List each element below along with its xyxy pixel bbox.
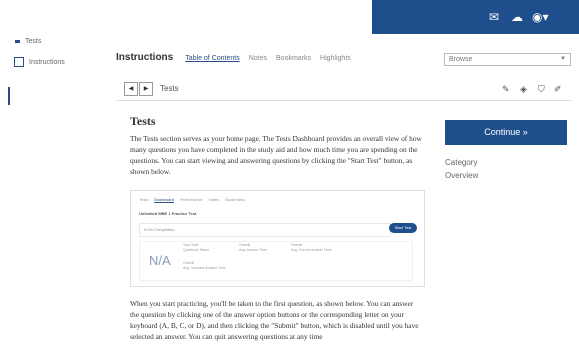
browse-value: Browse: [449, 56, 473, 63]
tab-bar: Instructions Table of Contents Notes Boo…: [116, 52, 360, 66]
figure-tab: Notes: [208, 197, 220, 202]
figure-meta: Overall Avg. Answer Time: [239, 243, 267, 252]
highlight-icon[interactable]: ✎: [502, 84, 510, 95]
browse-select[interactable]: Browse ▼: [444, 53, 571, 66]
tab-table-of-contents[interactable]: Table of Contents: [185, 55, 239, 62]
bookmark-icon[interactable]: ⛉: [538, 84, 545, 95]
mail-icon[interactable]: ✉: [489, 10, 499, 24]
sidebar-item-label: Instructions: [29, 58, 65, 66]
content-nav: ◀ ▶ Tests ✎ ◈ ⛉ ✐: [116, 78, 572, 101]
dashboard-figure: Tests Dashboard Performance Notes Bookma…: [130, 190, 425, 287]
top-bar: ✉ ☁ ◉▾: [372, 0, 579, 34]
figure-tab: Dashboard: [154, 197, 174, 202]
sidebar: Tests Instructions: [0, 34, 100, 349]
instructions-icon: [14, 57, 24, 67]
figure-na: N/A: [149, 253, 171, 268]
category-value: Overview: [445, 171, 479, 180]
figure-meta: Your Total Questions Taken: [183, 243, 210, 252]
cloud-icon[interactable]: ☁: [511, 10, 523, 24]
figure-meta: Overall Avg. Correct Answer Time: [291, 243, 332, 252]
category-panel: Category Overview: [445, 156, 478, 182]
eraser-icon[interactable]: ◈: [520, 84, 527, 95]
figure-meta: Overall Avg. Incorrect Answer Time: [183, 261, 226, 270]
document-paragraph: When you start practicing, you'll be tak…: [130, 299, 419, 341]
sidebar-active-indicator: [8, 87, 10, 105]
figure-stats-box: [139, 241, 413, 281]
continue-button[interactable]: Continue »: [445, 120, 567, 145]
figure-progress: 0.0% Completion: [139, 223, 391, 237]
category-label: Category: [445, 158, 478, 167]
figure-tab: Performance: [179, 197, 203, 202]
figure-tab: Tests: [139, 197, 149, 202]
page-title: Instructions: [116, 52, 174, 63]
figure-subtitle: Unlimited MBE 1 Practice Test: [139, 211, 197, 216]
next-button[interactable]: ▶: [139, 82, 153, 96]
tab-bookmarks[interactable]: Bookmarks: [276, 55, 311, 62]
figure-start-button: Start Test: [389, 223, 417, 233]
document-body: Tests The Tests section serves as your h…: [130, 114, 423, 177]
tests-icon: [15, 40, 20, 43]
tab-highlights[interactable]: Highlights: [320, 55, 351, 62]
figure-progress-label: 0.0% Completion: [144, 227, 175, 232]
document-title: Tests: [130, 114, 156, 128]
prev-button[interactable]: ◀: [124, 82, 138, 96]
chevron-down-icon: ▼: [560, 56, 566, 62]
sidebar-item-tests[interactable]: Tests: [14, 38, 41, 45]
figure-tab: Bookmarks: [225, 197, 246, 202]
document-paragraph: The Tests section serves as your home pa…: [130, 134, 422, 176]
figure-tabs: Tests Dashboard Performance Notes Bookma…: [139, 197, 245, 202]
tab-notes[interactable]: Notes: [249, 55, 267, 62]
user-menu-icon[interactable]: ◉▾: [532, 10, 549, 24]
sidebar-item-instructions[interactable]: Instructions: [14, 57, 65, 67]
pencil-icon[interactable]: ✐: [554, 84, 562, 95]
document-body-continued: When you start practicing, you'll be tak…: [130, 298, 423, 342]
sidebar-item-label: Tests: [25, 38, 42, 45]
breadcrumb: Tests: [160, 84, 179, 93]
